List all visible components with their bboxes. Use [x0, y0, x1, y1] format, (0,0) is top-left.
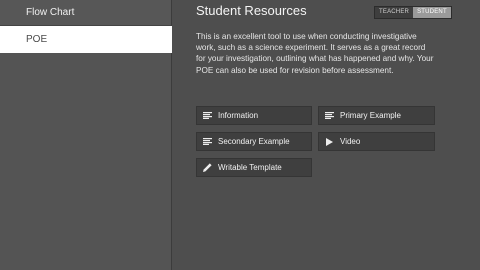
video-button[interactable]: Video	[318, 132, 435, 151]
teacher-toggle-button[interactable]: TEACHER	[375, 7, 413, 18]
text-lines-icon	[202, 138, 212, 146]
sidebar-item-label: Flow Chart	[26, 7, 75, 18]
information-label: Information	[218, 111, 259, 120]
text-lines-icon	[324, 112, 334, 120]
secondary-example-label: Secondary Example	[218, 137, 290, 146]
text-lines-icon	[202, 112, 212, 120]
student-toggle-button[interactable]: STUDENT	[413, 7, 451, 18]
pencil-icon	[202, 163, 212, 172]
role-toggle: TEACHER STUDENT	[374, 6, 452, 19]
information-button[interactable]: Information	[196, 106, 312, 125]
writable-template-button[interactable]: Writable Template	[196, 158, 312, 177]
play-icon	[324, 137, 334, 146]
sidebar-item-label: POE	[26, 34, 48, 45]
writable-template-label: Writable Template	[218, 163, 282, 172]
sidebar: Flow Chart POE	[0, 0, 172, 270]
video-label: Video	[340, 137, 361, 146]
main-content: Student Resources TEACHER STUDENT This i…	[172, 0, 480, 270]
description-text: This is an excellent tool to use when co…	[196, 32, 434, 75]
sidebar-item-poe[interactable]: POE	[0, 26, 172, 53]
page-title: Student Resources	[196, 3, 307, 18]
secondary-example-button[interactable]: Secondary Example	[196, 132, 312, 151]
primary-example-label: Primary Example	[340, 111, 401, 120]
sidebar-item-flow-chart[interactable]: Flow Chart	[0, 0, 171, 26]
primary-example-button[interactable]: Primary Example	[318, 106, 435, 125]
